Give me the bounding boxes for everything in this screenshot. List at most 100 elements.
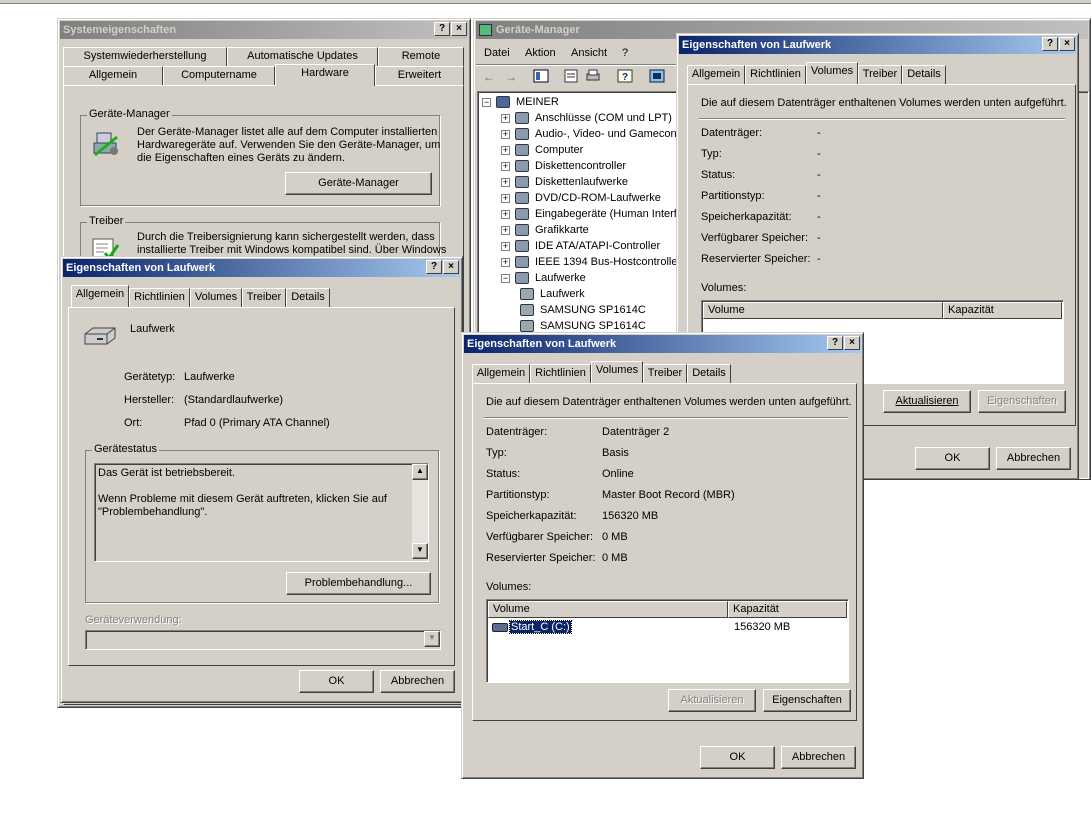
tab-allgemein[interactable]: Allgemein: [472, 364, 530, 383]
device-manager-button[interactable]: Geräte-Manager: [285, 172, 432, 195]
tree-expander-icon[interactable]: +: [501, 178, 510, 187]
cancel-button[interactable]: Abbrechen: [380, 670, 455, 693]
tab-volumes[interactable]: Volumes: [190, 288, 242, 307]
tree-expander-icon[interactable]: +: [501, 162, 510, 171]
desktop-top-strip: [0, 0, 1091, 4]
tab-richtlinien[interactable]: Richtlinien: [129, 288, 190, 307]
column-header-capacity[interactable]: Kapazität: [728, 601, 847, 618]
devmgr-group-label: Geräte-Manager: [87, 108, 172, 120]
tree-expander-icon[interactable]: +: [501, 258, 510, 267]
tab-details[interactable]: Details: [902, 65, 946, 84]
properties-icon[interactable]: [562, 69, 580, 85]
ok-button[interactable]: OK: [700, 746, 775, 769]
menu-ansicht[interactable]: Ansicht: [571, 47, 607, 59]
forward-arrow-icon[interactable]: →: [502, 69, 520, 85]
volume-drive-icon: [492, 623, 508, 632]
field-label: Speicherkapazität:: [701, 211, 792, 223]
tree-expander-icon[interactable]: +: [501, 226, 510, 235]
field-value: Laufwerke: [184, 371, 235, 383]
menu-help[interactable]: ?: [622, 47, 628, 59]
devmgr-text-2: Hardwaregeräte auf. Verwenden Sie den Ge…: [137, 139, 441, 151]
tree-expander-icon[interactable]: +: [501, 194, 510, 203]
volumes-list: Volume Kapazität Start_C (C:) 156320 MB: [486, 599, 849, 683]
tab-treiber[interactable]: Treiber: [643, 364, 687, 383]
refresh-button[interactable]: Aktualisieren: [883, 390, 971, 413]
tab-remote[interactable]: Remote: [378, 47, 464, 66]
scan-hardware-icon[interactable]: [648, 69, 666, 85]
device-status-textbox[interactable]: Das Gerät ist betriebsbereit. Wenn Probl…: [94, 463, 429, 562]
column-header-capacity[interactable]: Kapazität: [943, 302, 1062, 319]
cancel-button[interactable]: Abbrechen: [781, 746, 856, 769]
tree-expander-icon[interactable]: +: [501, 146, 510, 155]
field-value: Online: [602, 468, 634, 480]
refresh-button[interactable]: Aktualisieren: [668, 689, 756, 712]
field-value: -: [817, 169, 821, 181]
close-button[interactable]: ×: [1059, 37, 1075, 51]
tab-allgemein[interactable]: Allgemein: [71, 285, 129, 307]
scroll-up-arrow-icon[interactable]: ▲: [412, 464, 428, 480]
tree-expander-icon[interactable]: −: [482, 98, 491, 107]
field-value: -: [817, 253, 821, 265]
tab-allgemein[interactable]: Allgemein: [63, 66, 163, 85]
properties-pane-icon[interactable]: [532, 69, 550, 85]
properties-button[interactable]: Eigenschaften: [978, 390, 1066, 413]
back-arrow-icon[interactable]: ←: [480, 69, 498, 85]
device-category-icon: [515, 160, 529, 172]
device-category-icon: [515, 176, 529, 188]
properties-button[interactable]: Eigenschaften: [763, 689, 851, 712]
tab-hardware[interactable]: Hardware: [275, 64, 375, 86]
field-label: Datenträger:: [486, 426, 548, 438]
dropdown-arrow-icon[interactable]: ▼: [424, 631, 440, 647]
tab-details[interactable]: Details: [687, 364, 731, 383]
column-header-volume[interactable]: Volume: [488, 601, 728, 618]
print-icon[interactable]: [584, 69, 602, 85]
cancel-button[interactable]: Abbrechen: [996, 447, 1071, 470]
devmgr-icon: [91, 129, 121, 159]
ok-button[interactable]: OK: [299, 670, 374, 693]
tab-richtlinien[interactable]: Richtlinien: [745, 65, 806, 84]
tab-richtlinien[interactable]: Richtlinien: [530, 364, 591, 383]
device-category-icon: [515, 208, 529, 220]
field-value: Master Boot Record (MBR): [602, 489, 735, 501]
tree-expander-icon[interactable]: +: [501, 210, 510, 219]
tab-volumes[interactable]: Volumes: [591, 361, 643, 383]
tab-treiber[interactable]: Treiber: [242, 288, 286, 307]
close-button[interactable]: ×: [443, 260, 459, 274]
tab-erweitert[interactable]: Erweitert: [375, 66, 464, 85]
volume-row[interactable]: Start_C (C:) 156320 MB: [489, 620, 847, 636]
close-button[interactable]: ×: [844, 336, 860, 350]
field-value: 156320 MB: [602, 510, 659, 522]
tab-volumes[interactable]: Volumes: [806, 62, 858, 84]
devmgr-text-3: die Eigenschaften eines Geräts zu ändern…: [137, 152, 345, 164]
tree-expander-icon[interactable]: +: [501, 242, 510, 251]
tab-treiber[interactable]: Treiber: [858, 65, 902, 84]
field-value: -: [817, 148, 821, 160]
help-button[interactable]: ?: [1042, 37, 1058, 51]
help-button[interactable]: ?: [434, 22, 450, 36]
tree-expander-icon[interactable]: +: [501, 114, 510, 123]
field-value: Datenträger 2: [602, 426, 670, 438]
field-label: Typ:: [486, 447, 507, 459]
scroll-down-arrow-icon[interactable]: ▼: [412, 543, 428, 559]
tab-allgemein[interactable]: Allgemein: [687, 65, 745, 84]
device-usage-select[interactable]: ▼: [85, 630, 441, 650]
ok-button[interactable]: OK: [915, 447, 990, 470]
close-button[interactable]: ×: [451, 22, 467, 36]
volume-name: Start_C (C:): [509, 620, 572, 634]
help-button[interactable]: ?: [426, 260, 442, 274]
tree-item-label: IEEE 1394 Bus-Hostcontroller: [535, 256, 682, 268]
tab-computername[interactable]: Computername: [163, 66, 275, 85]
tree-expander-icon[interactable]: +: [501, 130, 510, 139]
tab-systemwiederherstellung[interactable]: Systemwiederherstellung: [63, 47, 227, 66]
status-line-2: Wenn Probleme mit diesem Gerät auftreten…: [98, 493, 387, 505]
help-button[interactable]: ?: [827, 336, 843, 350]
column-header-volume[interactable]: Volume: [703, 302, 943, 319]
tab-details[interactable]: Details: [286, 288, 330, 307]
troubleshoot-button[interactable]: Problembehandlung...: [286, 572, 431, 595]
tree-expander-icon[interactable]: −: [501, 274, 510, 283]
menu-aktion[interactable]: Aktion: [525, 47, 556, 59]
menu-datei[interactable]: Datei: [484, 47, 510, 59]
help-icon[interactable]: ?: [616, 69, 634, 85]
status-scrollbar[interactable]: ▲ ▼: [412, 464, 428, 559]
tree-item-label: Laufwerke: [535, 272, 586, 284]
